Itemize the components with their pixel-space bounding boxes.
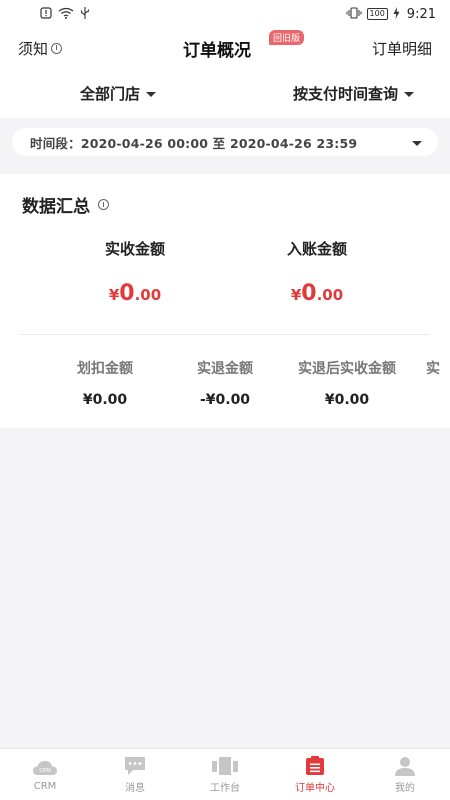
tab-messages[interactable]: 消息	[90, 749, 180, 800]
metric-net-received-amount: 实退后实收金额 ¥0.00	[286, 358, 408, 408]
metric-label: 实收金额	[104, 240, 165, 258]
page-title: 订单概况	[183, 40, 251, 61]
tab-label: 消息	[125, 782, 145, 794]
message-icon	[122, 756, 148, 776]
wifi-icon	[58, 7, 74, 22]
currency-symbol: ¥	[290, 286, 302, 304]
metric-label: 实退金额	[197, 361, 253, 377]
history-icon	[51, 42, 63, 54]
store-filter[interactable]: 全部门店	[80, 83, 157, 104]
usb-icon	[80, 6, 90, 22]
status-time: 9:21	[406, 6, 436, 22]
help-label: 须知	[18, 39, 49, 58]
charging-icon	[393, 6, 400, 22]
status-left	[40, 6, 90, 22]
old-version-badge[interactable]: 回旧版	[269, 29, 305, 45]
metric-label: 实	[426, 361, 440, 377]
metric-label: 入账金额	[286, 240, 347, 258]
metric-value: ¥0.00	[242, 281, 392, 306]
date-range-separator: 至	[212, 135, 226, 151]
metric-label: 划扣金额	[77, 361, 133, 377]
bottom-tab-bar: CRM CRM 消息 工作台 订单中心 我的	[0, 748, 450, 800]
order-center-icon	[302, 755, 328, 776]
metric-value: ¥0.00	[324, 392, 370, 408]
metric-deducted-amount: 划扣金额 ¥0.00	[62, 358, 148, 408]
battery-level: 100	[366, 8, 388, 20]
date-range-label: 时间段：	[30, 135, 81, 151]
nav-title-wrap: 订单概况 回旧版	[183, 29, 305, 61]
value-decimal: .00	[316, 286, 344, 304]
value-integer: 0	[301, 281, 317, 306]
crm-cloud-icon: CRM	[32, 758, 58, 778]
order-detail-link[interactable]: 订单明细	[372, 38, 432, 59]
divider	[20, 334, 430, 335]
svg-text:CRM: CRM	[39, 768, 50, 774]
tab-order-center[interactable]: 订单中心	[270, 749, 360, 800]
caret-down-icon	[404, 91, 414, 97]
metric-value: ¥0.00	[82, 392, 128, 408]
metric-label: 实退后实收金额	[298, 361, 396, 377]
summary-title: 数据汇总	[22, 192, 109, 217]
date-range-section: 时间段：2020-04-26 00:00 至 2020-04-26 23:59	[0, 118, 450, 166]
value-integer: 0	[119, 281, 135, 306]
nav-bar: 须知 订单概况 回旧版 订单明细	[0, 28, 450, 68]
metric-value: -¥0.00	[199, 392, 251, 408]
metric-received-amount: 实收金额 ¥0.00	[60, 238, 210, 306]
notification-icon	[40, 6, 52, 22]
tab-label: 工作台	[210, 782, 240, 794]
date-range-end: 2020-04-26 23:59	[229, 135, 358, 151]
filter-bar: 全部门店 按支付时间查询	[0, 68, 450, 118]
info-icon[interactable]	[98, 199, 109, 210]
tab-profile[interactable]: 我的	[360, 749, 450, 800]
currency-symbol: ¥	[108, 286, 120, 304]
date-range-selector[interactable]: 时间段：2020-04-26 00:00 至 2020-04-26 23:59	[12, 128, 438, 156]
profile-icon	[392, 756, 418, 776]
tab-workbench[interactable]: 工作台	[180, 749, 270, 800]
status-right: 100 9:21	[346, 6, 436, 22]
tab-label: 订单中心	[295, 782, 335, 794]
query-mode-filter[interactable]: 按支付时间查询	[293, 83, 414, 104]
metric-clipped: 实	[426, 358, 450, 392]
tab-label: CRM	[33, 780, 57, 792]
date-range-text: 时间段：2020-04-26 00:00 至 2020-04-26 23:59	[30, 133, 357, 152]
caret-down-icon	[412, 140, 422, 146]
caret-down-icon	[146, 91, 157, 97]
metric-posted-amount: 入账金额 ¥0.00	[242, 238, 392, 306]
vibrate-icon	[346, 6, 362, 22]
help-button[interactable]: 须知	[18, 38, 63, 59]
value-decimal: .00	[134, 286, 162, 304]
data-summary-card: 数据汇总 实收金额 ¥0.00 入账金额 ¥0.00 划扣金额 ¥0.00 实退…	[0, 174, 450, 428]
status-bar: 100 9:21	[0, 0, 450, 28]
tab-label: 我的	[395, 782, 415, 794]
metric-refund-amount: 实退金额 -¥0.00	[186, 358, 264, 408]
metric-value: ¥0.00	[60, 281, 210, 306]
query-mode-label: 按支付时间查询	[292, 84, 398, 103]
workbench-icon	[212, 756, 238, 776]
summary-title-text: 数据汇总	[22, 197, 90, 217]
store-filter-label: 全部门店	[80, 84, 141, 103]
date-range-start: 2020-04-26 00:00	[80, 135, 209, 151]
tab-crm[interactable]: CRM CRM	[0, 749, 90, 800]
